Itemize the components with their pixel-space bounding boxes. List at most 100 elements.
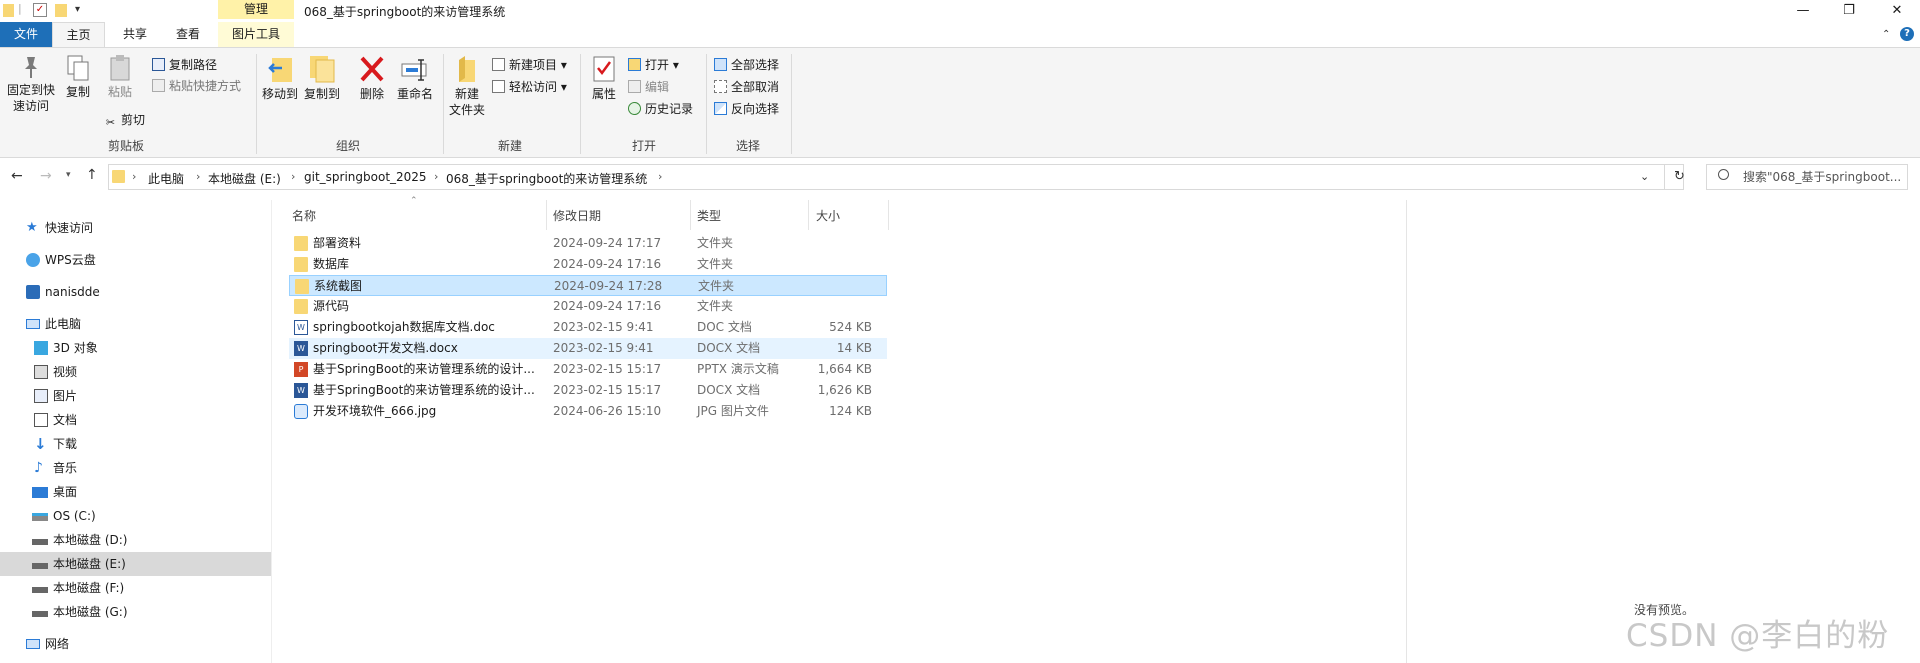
nav-disk-f[interactable]: 本地磁盘 (F:) — [0, 576, 271, 600]
nav-music[interactable]: ♪ 音乐 — [0, 456, 271, 480]
refresh-icon[interactable]: ↻ — [1674, 169, 1685, 184]
chevron-right-icon[interactable]: › — [291, 170, 295, 183]
help-icon[interactable]: ? — [1900, 27, 1914, 41]
paste-button[interactable]: 粘贴 — [102, 54, 138, 100]
file-type: DOC 文档 — [697, 320, 752, 334]
tab-view[interactable]: 查看 — [165, 22, 211, 47]
column-separator[interactable] — [690, 200, 691, 230]
breadcrumb-disk-e[interactable]: 本地磁盘 (E:) — [208, 170, 281, 187]
close-button[interactable]: ✕ — [1874, 0, 1920, 22]
nav-desktop[interactable]: 桌面 — [0, 480, 271, 504]
scissors-icon: ✂ — [105, 116, 116, 129]
forward-arrow-icon[interactable]: → — [40, 168, 52, 184]
nav-label: 本地磁盘 (E:) — [53, 557, 126, 571]
nav-downloads[interactable]: ↓ 下载 — [0, 432, 271, 456]
tab-share[interactable]: 共享 — [112, 22, 158, 47]
properties-quick-icon[interactable]: ✓ — [33, 3, 47, 17]
copy-button[interactable]: 复制 — [60, 54, 96, 100]
breadcrumb-current-folder[interactable]: 068_基于springboot的来访管理系统 — [446, 170, 647, 187]
file-name: 基于SpringBoot的来访管理系统的设计... — [313, 383, 535, 397]
cut-button[interactable]: ✂ 剪切 — [104, 112, 145, 129]
customize-quick-access-icon[interactable]: ▾ — [75, 3, 89, 17]
address-dropdown-icon[interactable]: ⌄ — [1640, 170, 1649, 183]
nav-label: 网络 — [45, 637, 70, 651]
nav-quick-access[interactable]: ★ 快速访问 — [0, 216, 271, 240]
new-item-icon — [492, 58, 505, 71]
folder-quick-icon[interactable] — [3, 4, 14, 17]
file-row[interactable]: P 基于SpringBoot的来访管理系统的设计... 2023-02-15 1… — [289, 359, 887, 380]
minimize-button[interactable]: — — [1780, 0, 1826, 22]
invert-selection-button[interactable]: 反向选择 — [714, 101, 779, 117]
nav-disk-e[interactable]: 本地磁盘 (E:) — [0, 552, 271, 576]
history-button[interactable]: 历史记录 — [628, 101, 693, 117]
manage-context-tab[interactable]: 管理 — [218, 0, 294, 19]
nav-3d-objects[interactable]: 3D 对象 — [0, 336, 271, 360]
new-item-button[interactable]: 新建项目 ▾ — [492, 57, 567, 73]
chevron-right-icon[interactable]: › — [196, 170, 200, 183]
breadcrumb-git-springboot[interactable]: git_springboot_2025 — [304, 170, 427, 184]
easy-access-button[interactable]: 轻松访问 ▾ — [492, 79, 567, 95]
tab-picture-tools[interactable]: 图片工具 — [218, 22, 294, 47]
column-header-name[interactable]: 名称 — [292, 207, 316, 224]
edit-button[interactable]: 编辑 — [628, 79, 669, 95]
file-row[interactable]: 开发环境软件_666.jpg 2024-06-26 15:10 JPG 图片文件… — [289, 401, 887, 422]
nav-this-pc[interactable]: 此电脑 — [0, 312, 271, 336]
file-date: 2023-02-15 9:41 — [553, 341, 654, 355]
nav-wps-cloud[interactable]: WPS云盘 — [0, 248, 271, 272]
delete-button[interactable]: 删除 — [352, 54, 392, 102]
column-header-date[interactable]: 修改日期 — [553, 207, 601, 224]
file-row[interactable]: W 基于SpringBoot的来访管理系统的设计... 2023-02-15 1… — [289, 380, 887, 401]
paste-shortcut-label: 粘贴快捷方式 — [169, 79, 242, 93]
column-header-type[interactable]: 类型 — [697, 207, 721, 224]
new-folder-quick-icon[interactable] — [55, 4, 67, 17]
easy-access-icon — [492, 80, 505, 93]
properties-icon — [593, 56, 615, 82]
nav-disk-d[interactable]: 本地磁盘 (D:) — [0, 528, 271, 552]
properties-button[interactable]: 属性 — [584, 54, 624, 102]
file-row-selected[interactable]: 系统截图 2024-09-24 17:28 文件夹 — [289, 275, 887, 296]
nav-label: 本地磁盘 (D:) — [53, 533, 128, 547]
select-none-button[interactable]: 全部取消 — [714, 79, 779, 95]
paste-shortcut-button[interactable]: 粘贴快捷方式 — [152, 78, 241, 94]
file-row-hovered[interactable]: W springboot开发文档.docx 2023-02-15 9:41 DO… — [289, 338, 887, 359]
column-separator[interactable] — [546, 200, 547, 230]
move-to-button[interactable]: 移动到 — [260, 54, 300, 102]
recent-locations-icon[interactable]: ▾ — [66, 170, 71, 180]
search-input[interactable]: 搜索"068_基于springboot... — [1706, 164, 1908, 190]
file-row[interactable]: 部署资料 2024-09-24 17:17 文件夹 — [289, 233, 887, 254]
copy-path-icon — [152, 58, 165, 71]
chevron-right-icon[interactable]: › — [434, 170, 438, 183]
tab-home[interactable]: 主页 — [52, 22, 105, 47]
nav-network[interactable]: 网络 — [0, 632, 271, 656]
new-folder-button[interactable]: 新建 文件夹 — [446, 54, 488, 118]
breadcrumb-this-pc[interactable]: 此电脑 — [148, 170, 184, 187]
column-separator[interactable] — [888, 200, 889, 230]
nav-pictures[interactable]: 图片 — [0, 384, 271, 408]
nav-disk-g[interactable]: 本地磁盘 (G:) — [0, 600, 271, 624]
nav-label: 快速访问 — [45, 221, 94, 235]
rename-button[interactable]: 重命名 — [394, 54, 436, 102]
back-arrow-icon[interactable]: ← — [11, 168, 23, 184]
up-arrow-icon[interactable]: ↑ — [86, 167, 98, 183]
nav-os-c[interactable]: OS (C:) — [0, 504, 271, 528]
file-row[interactable]: 数据库 2024-09-24 17:16 文件夹 — [289, 254, 887, 275]
column-separator[interactable] — [808, 200, 809, 230]
collapse-ribbon-icon[interactable]: ⌃ — [1882, 29, 1890, 40]
copy-path-button[interactable]: 复制路径 — [152, 57, 217, 73]
maximize-button[interactable]: ❐ — [1826, 0, 1872, 22]
preview-pane-divider[interactable] — [1406, 200, 1407, 663]
column-header-size[interactable]: 大小 — [816, 207, 840, 224]
nav-documents[interactable]: 文档 — [0, 408, 271, 432]
nav-videos[interactable]: 视频 — [0, 360, 271, 384]
open-button[interactable]: 打开 ▾ — [628, 57, 679, 73]
copy-to-button[interactable]: 复制到 — [302, 54, 342, 102]
file-row[interactable]: 源代码 2024-09-24 17:16 文件夹 — [289, 296, 887, 317]
pin-quick-access-button[interactable]: 固定到快 速访问 — [6, 54, 56, 114]
file-row[interactable]: W springbootkojah数据库文档.doc 2023-02-15 9:… — [289, 317, 887, 338]
chevron-right-icon[interactable]: › — [132, 170, 136, 183]
tab-file[interactable]: 文件 — [0, 22, 52, 47]
nav-user-folder[interactable]: nanisdde — [0, 280, 271, 304]
drive-icon — [32, 563, 48, 569]
chevron-right-icon[interactable]: › — [658, 170, 662, 183]
select-all-button[interactable]: 全部选择 — [714, 57, 779, 73]
